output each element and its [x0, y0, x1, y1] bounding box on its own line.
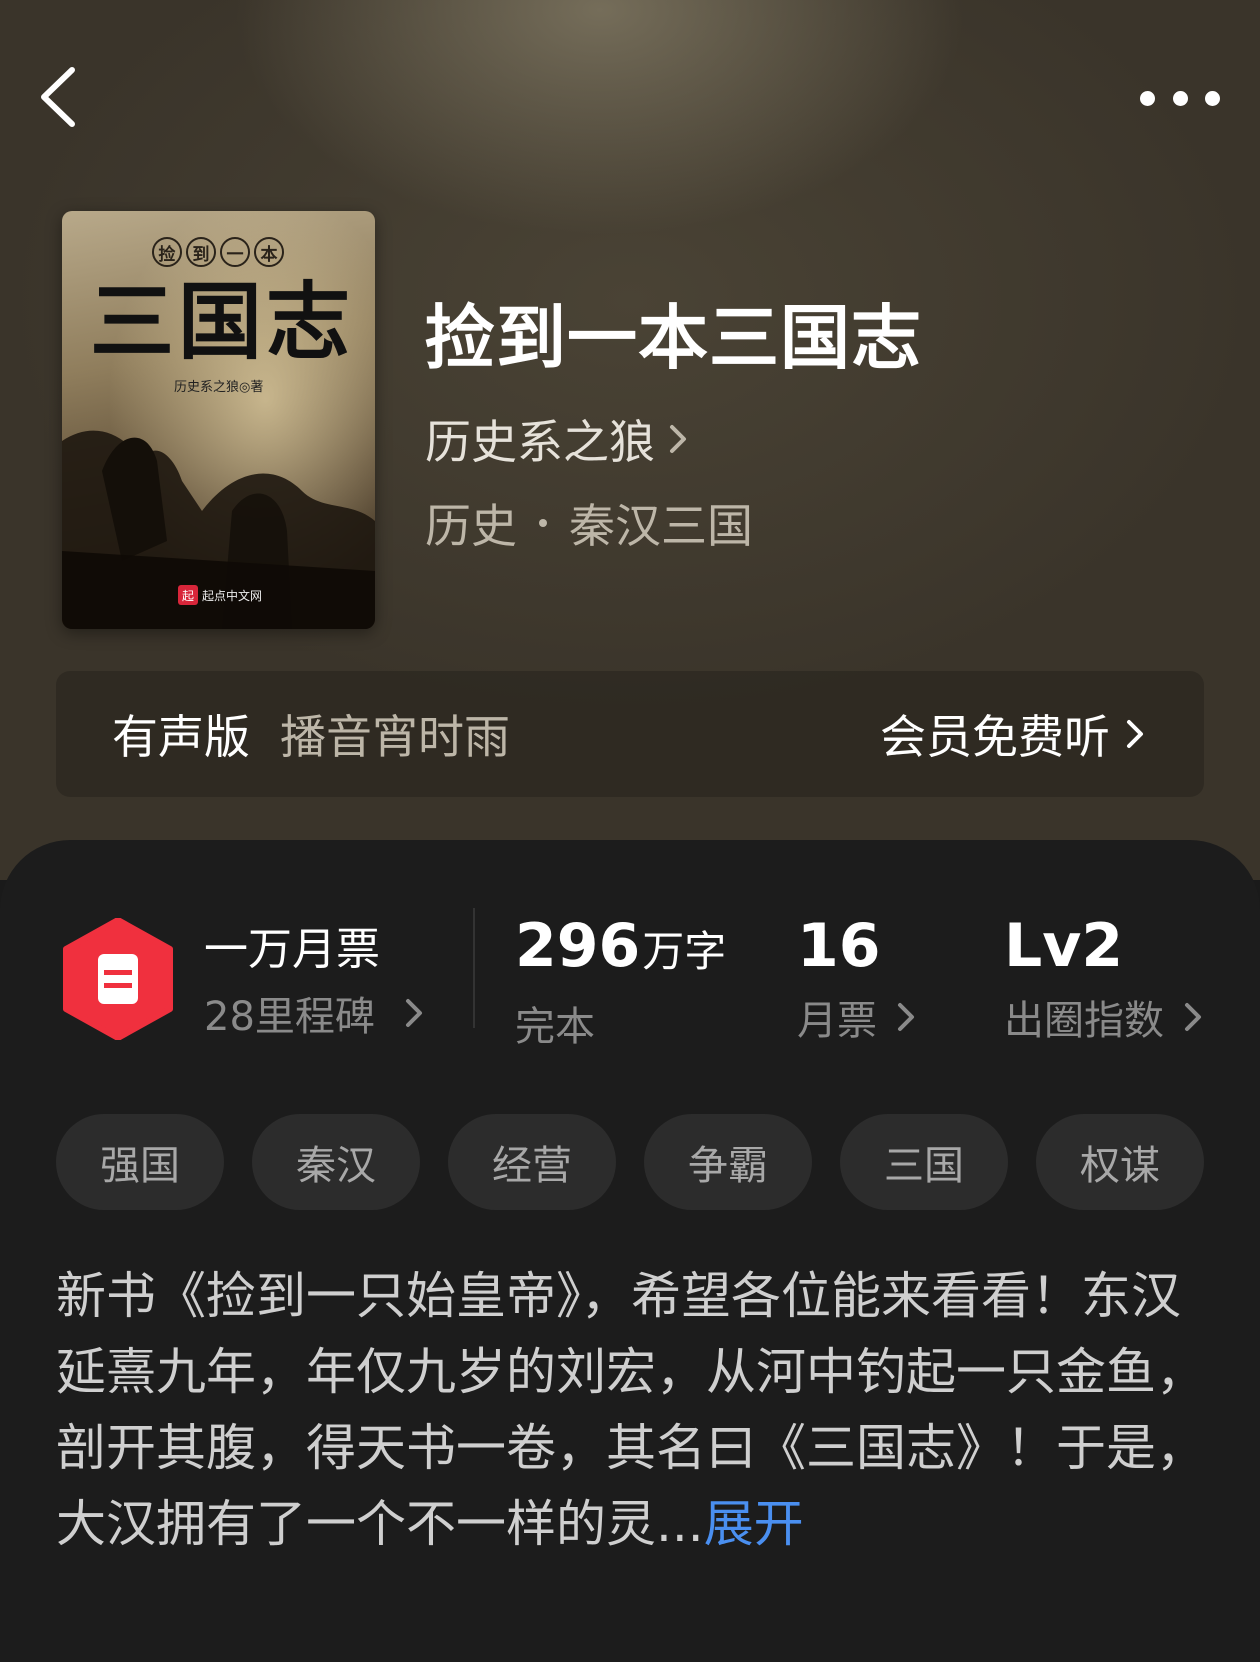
- book-description: 新书《捡到一只始皇帝》，希望各位能来看看！东汉延熹九年，年仅九岁的刘宏，从河中钓…: [56, 1258, 1206, 1562]
- word-count-value: 296: [515, 911, 641, 981]
- popularity-index-value: Lv2: [1004, 911, 1124, 981]
- chevron-right-icon: [405, 999, 422, 1027]
- cover-subtitle-char: 捡: [152, 237, 182, 267]
- monthly-ticket-milestone: 一万月票 28里程碑: [204, 922, 425, 1042]
- tag-chip[interactable]: 强国: [56, 1114, 224, 1210]
- chevron-left-icon: [41, 67, 75, 127]
- monthly-ticket-label: 月票: [797, 998, 877, 1044]
- author-link[interactable]: 历史系之狼: [425, 406, 689, 472]
- genre-row: 历史 秦汉三国: [425, 490, 753, 556]
- separator-dot-icon: [539, 519, 547, 527]
- cover-title: 三国志: [89, 272, 354, 371]
- word-count-unit: 万字: [642, 927, 727, 976]
- popularity-index-label: 出圈指数: [1004, 998, 1164, 1044]
- member-free-listen-label: 会员免费听: [880, 710, 1110, 764]
- chevron-right-icon: [898, 1003, 914, 1031]
- tag-chip[interactable]: 争霸: [644, 1114, 812, 1210]
- milestone-title: 一万月票: [204, 924, 380, 975]
- chevron-right-icon: [670, 425, 686, 453]
- audiobook-bar[interactable]: 有声版 播音宵时雨 会员免费听: [56, 671, 1204, 797]
- chevron-right-icon: [1127, 720, 1143, 748]
- member-free-listen-button[interactable]: 会员免费听: [880, 701, 1146, 767]
- expand-description-button[interactable]: 展开: [704, 1495, 804, 1553]
- description-text: 新书《捡到一只始皇帝》，希望各位能来看看！东汉延熹九年，年仅九岁的刘宏，从河中钓…: [56, 1267, 1206, 1553]
- cover-subtitle-char: 一: [220, 237, 250, 267]
- cover-subtitle: 捡 到 一 本: [152, 237, 284, 267]
- book-detail-page: 捡 到 一 本 三国志 历史系之狼◎著 起 起点中文网 捡到一本三国志 历史系之…: [0, 0, 1260, 1662]
- more-dot-icon: [1205, 90, 1220, 106]
- book-hero: 捡 到 一 本 三国志 历史系之狼◎著 起 起点中文网 捡到一本三国志 历史系之…: [0, 0, 1260, 880]
- cover-subtitle-char: 本: [254, 237, 284, 267]
- publisher-logo-icon: 起: [178, 585, 198, 605]
- milestone-count: 28里程碑: [204, 994, 375, 1040]
- tag-list: 强国 秦汉 经营 争霸 三国 权谋: [56, 1114, 1204, 1210]
- genre-label: 历史: [425, 499, 517, 553]
- book-info-sheet: 一万月票 28里程碑 296 万字 完本 16 月票 Lv2 出圈指数 强国 秦…: [0, 840, 1260, 1662]
- book-title: 捡到一本三国志: [425, 296, 922, 379]
- cover-publisher: 起 起点中文网: [178, 585, 262, 605]
- word-count-stat: 296 万字 完本: [515, 908, 726, 1052]
- milestone-link[interactable]: 28里程碑: [204, 984, 425, 1042]
- chevron-right-icon: [1185, 1003, 1201, 1031]
- tag-chip[interactable]: 三国: [840, 1114, 1008, 1210]
- monthly-ticket-badge-icon: [63, 918, 173, 1040]
- subgenre-label: 秦汉三国: [569, 499, 753, 553]
- more-dot-icon: [1140, 90, 1155, 106]
- popularity-index-stat[interactable]: Lv2 出圈指数: [1004, 908, 1204, 1046]
- cover-subtitle-char: 到: [186, 237, 216, 267]
- monthly-ticket-value: 16: [797, 911, 881, 981]
- author-name: 历史系之狼: [425, 415, 655, 469]
- tag-chip[interactable]: 秦汉: [252, 1114, 420, 1210]
- tag-chip[interactable]: 权谋: [1036, 1114, 1204, 1210]
- cover-author: 历史系之狼◎著: [174, 380, 264, 395]
- more-button[interactable]: [1140, 80, 1220, 116]
- monthly-ticket-stat[interactable]: 16 月票: [797, 908, 917, 1046]
- stats-row: 一万月票 28里程碑 296 万字 完本 16 月票 Lv2 出圈指数: [0, 840, 1260, 1080]
- audiobook-narrator: 播音宵时雨: [280, 710, 510, 764]
- audiobook-label: 有声版: [112, 710, 250, 764]
- more-dot-icon: [1172, 90, 1188, 106]
- publisher-name: 起点中文网: [202, 588, 263, 603]
- back-button[interactable]: [34, 64, 88, 130]
- completion-status: 完本: [515, 1004, 595, 1050]
- tag-chip[interactable]: 经营: [448, 1114, 616, 1210]
- book-cover[interactable]: 捡 到 一 本 三国志 历史系之狼◎著 起 起点中文网: [62, 211, 375, 629]
- stats-divider: [473, 908, 475, 1028]
